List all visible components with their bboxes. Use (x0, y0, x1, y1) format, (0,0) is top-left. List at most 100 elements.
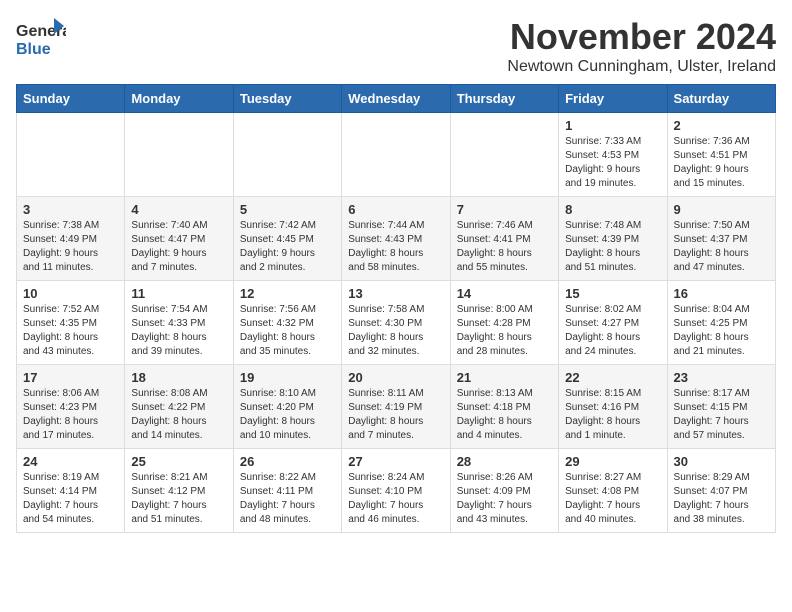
calendar-cell: 15Sunrise: 8:02 AM Sunset: 4:27 PM Dayli… (559, 281, 667, 365)
day-info: Sunrise: 7:44 AM Sunset: 4:43 PM Dayligh… (348, 219, 443, 275)
day-number: 27 (348, 454, 443, 469)
day-number: 11 (131, 286, 226, 301)
day-header-tuesday: Tuesday (233, 85, 341, 113)
calendar-week-2: 3 Sunrise: 7:38 AM Sunset: 4:49 PM Daylig… (17, 197, 776, 281)
logo: GeneralBlue (16, 16, 66, 61)
day-info: Sunrise: 7:52 AM Sunset: 4:35 PM Dayligh… (23, 303, 118, 359)
calendar-cell: 26 Sunrise: 8:22 AM Sunset: 4:11 PM Dayli… (233, 449, 341, 533)
calendar-cell: 17 Sunrise: 8:06 AM Sunset: 4:23 PM Dayli… (17, 365, 125, 449)
day-number: 26 (240, 454, 335, 469)
title-block: November 2024 Newtown Cunningham, Ulster… (507, 16, 776, 76)
calendar-cell: 22 Sunrise: 8:15 AM Sunset: 4:16 PM Dayli… (559, 365, 667, 449)
day-number: 14 (457, 286, 552, 301)
day-number: 12 (240, 286, 335, 301)
calendar-cell (233, 113, 341, 197)
svg-text:Blue: Blue (16, 41, 51, 58)
day-header-wednesday: Wednesday (342, 85, 450, 113)
day-info: Sunrise: 7:56 AM Sunset: 4:32 PM Dayligh… (240, 303, 335, 359)
day-info: Sunrise: 7:54 AM Sunset: 4:33 PM Dayligh… (131, 303, 226, 359)
calendar-cell (450, 113, 558, 197)
calendar-header-row: SundayMondayTuesdayWednesdayThursdayFrid… (17, 85, 776, 113)
day-info: Sunrise: 8:11 AM Sunset: 4:19 PM Dayligh… (348, 387, 443, 443)
day-info: Sunrise: 8:10 AM Sunset: 4:20 PM Dayligh… (240, 387, 335, 443)
day-info: Sunrise: 7:38 AM Sunset: 4:49 PM Dayligh… (23, 219, 118, 275)
calendar-cell: 10 Sunrise: 7:52 AM Sunset: 4:35 PM Dayli… (17, 281, 125, 365)
day-number: 23 (674, 370, 769, 385)
day-number: 7 (457, 202, 552, 217)
day-info: Sunrise: 7:46 AM Sunset: 4:41 PM Dayligh… (457, 219, 552, 275)
calendar-cell (17, 113, 125, 197)
calendar-week-3: 10 Sunrise: 7:52 AM Sunset: 4:35 PM Dayli… (17, 281, 776, 365)
calendar-cell: 14Sunrise: 8:00 AM Sunset: 4:28 PM Dayli… (450, 281, 558, 365)
calendar-cell (125, 113, 233, 197)
calendar-cell (342, 113, 450, 197)
day-number: 2 (674, 118, 769, 133)
day-info: Sunrise: 8:15 AM Sunset: 4:16 PM Dayligh… (565, 387, 660, 443)
day-info: Sunrise: 8:02 AM Sunset: 4:27 PM Dayligh… (565, 303, 660, 359)
day-number: 28 (457, 454, 552, 469)
calendar-cell: 5 Sunrise: 7:42 AM Sunset: 4:45 PM Daylig… (233, 197, 341, 281)
day-info: Sunrise: 7:33 AM Sunset: 4:53 PM Dayligh… (565, 135, 660, 191)
calendar-cell: 29 Sunrise: 8:27 AM Sunset: 4:08 PM Dayli… (559, 449, 667, 533)
day-number: 10 (23, 286, 118, 301)
day-header-thursday: Thursday (450, 85, 558, 113)
day-info: Sunrise: 8:17 AM Sunset: 4:15 PM Dayligh… (674, 387, 769, 443)
calendar-table: SundayMondayTuesdayWednesdayThursdayFrid… (16, 84, 776, 533)
day-info: Sunrise: 8:04 AM Sunset: 4:25 PM Dayligh… (674, 303, 769, 359)
day-info: Sunrise: 8:29 AM Sunset: 4:07 PM Dayligh… (674, 471, 769, 527)
calendar-cell: 30Sunrise: 8:29 AM Sunset: 4:07 PM Dayli… (667, 449, 775, 533)
day-header-saturday: Saturday (667, 85, 775, 113)
day-number: 5 (240, 202, 335, 217)
day-info: Sunrise: 8:06 AM Sunset: 4:23 PM Dayligh… (23, 387, 118, 443)
calendar-cell: 19 Sunrise: 8:10 AM Sunset: 4:20 PM Dayli… (233, 365, 341, 449)
day-number: 1 (565, 118, 660, 133)
day-info: Sunrise: 8:24 AM Sunset: 4:10 PM Dayligh… (348, 471, 443, 527)
calendar-cell: 2Sunrise: 7:36 AM Sunset: 4:51 PM Daylig… (667, 113, 775, 197)
calendar-cell: 23 Sunrise: 8:17 AM Sunset: 4:15 PM Dayli… (667, 365, 775, 449)
calendar-cell: 8Sunrise: 7:48 AM Sunset: 4:39 PM Daylig… (559, 197, 667, 281)
calendar-cell: 11 Sunrise: 7:54 AM Sunset: 4:33 PM Dayli… (125, 281, 233, 365)
month-title: November 2024 (507, 16, 776, 58)
day-info: Sunrise: 8:26 AM Sunset: 4:09 PM Dayligh… (457, 471, 552, 527)
day-number: 17 (23, 370, 118, 385)
calendar-cell: 9 Sunrise: 7:50 AM Sunset: 4:37 PM Daylig… (667, 197, 775, 281)
day-number: 6 (348, 202, 443, 217)
day-info: Sunrise: 8:22 AM Sunset: 4:11 PM Dayligh… (240, 471, 335, 527)
calendar-cell: 4Sunrise: 7:40 AM Sunset: 4:47 PM Daylig… (125, 197, 233, 281)
day-number: 3 (23, 202, 118, 217)
day-info: Sunrise: 8:27 AM Sunset: 4:08 PM Dayligh… (565, 471, 660, 527)
day-info: Sunrise: 7:50 AM Sunset: 4:37 PM Dayligh… (674, 219, 769, 275)
day-number: 18 (131, 370, 226, 385)
calendar-cell: 7 Sunrise: 7:46 AM Sunset: 4:41 PM Daylig… (450, 197, 558, 281)
day-number: 4 (131, 202, 226, 217)
calendar-cell: 6 Sunrise: 7:44 AM Sunset: 4:43 PM Daylig… (342, 197, 450, 281)
day-number: 16 (674, 286, 769, 301)
day-number: 24 (23, 454, 118, 469)
day-info: Sunrise: 8:13 AM Sunset: 4:18 PM Dayligh… (457, 387, 552, 443)
calendar-cell: 16 Sunrise: 8:04 AM Sunset: 4:25 PM Dayli… (667, 281, 775, 365)
calendar-cell: 1 Sunrise: 7:33 AM Sunset: 4:53 PM Daylig… (559, 113, 667, 197)
logo-svg: GeneralBlue (16, 16, 66, 61)
day-header-sunday: Sunday (17, 85, 125, 113)
day-number: 8 (565, 202, 660, 217)
calendar-cell: 24Sunrise: 8:19 AM Sunset: 4:14 PM Dayli… (17, 449, 125, 533)
day-number: 20 (348, 370, 443, 385)
calendar-cell: 12 Sunrise: 7:56 AM Sunset: 4:32 PM Dayli… (233, 281, 341, 365)
day-number: 21 (457, 370, 552, 385)
day-number: 22 (565, 370, 660, 385)
day-number: 29 (565, 454, 660, 469)
day-number: 9 (674, 202, 769, 217)
day-header-friday: Friday (559, 85, 667, 113)
day-number: 13 (348, 286, 443, 301)
calendar-cell: 18 Sunrise: 8:08 AM Sunset: 4:22 PM Dayli… (125, 365, 233, 449)
calendar-cell: 13 Sunrise: 7:58 AM Sunset: 4:30 PM Dayli… (342, 281, 450, 365)
day-info: Sunrise: 8:08 AM Sunset: 4:22 PM Dayligh… (131, 387, 226, 443)
calendar-cell: 28 Sunrise: 8:26 AM Sunset: 4:09 PM Dayli… (450, 449, 558, 533)
day-info: Sunrise: 7:42 AM Sunset: 4:45 PM Dayligh… (240, 219, 335, 275)
location-title: Newtown Cunningham, Ulster, Ireland (507, 58, 776, 76)
calendar-cell: 20 Sunrise: 8:11 AM Sunset: 4:19 PM Dayli… (342, 365, 450, 449)
day-info: Sunrise: 7:58 AM Sunset: 4:30 PM Dayligh… (348, 303, 443, 359)
calendar-week-4: 17 Sunrise: 8:06 AM Sunset: 4:23 PM Dayli… (17, 365, 776, 449)
day-number: 19 (240, 370, 335, 385)
calendar-cell: 27 Sunrise: 8:24 AM Sunset: 4:10 PM Dayli… (342, 449, 450, 533)
